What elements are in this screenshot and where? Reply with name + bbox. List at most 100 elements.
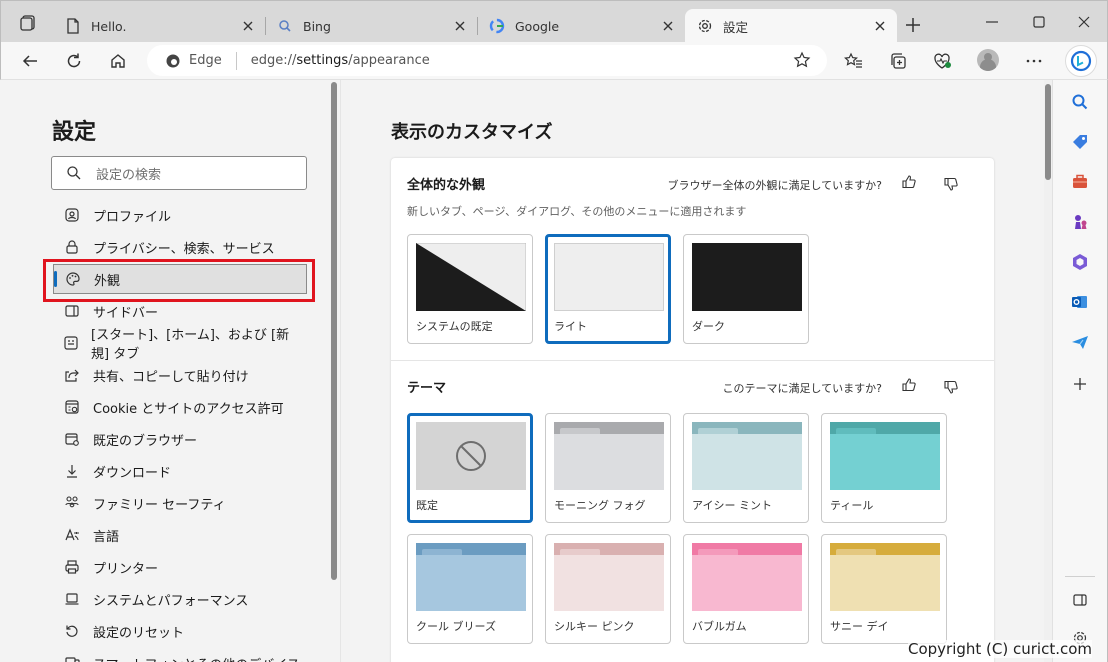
hide-sidebar-icon[interactable]	[1070, 590, 1090, 610]
highlight-annotation	[43, 259, 315, 302]
option-label: サニー デイ	[830, 620, 889, 633]
nav-item-phone-devices[interactable]: スマートフォンとその他のデバイス	[53, 648, 307, 662]
content-scrollbar[interactable]	[1044, 80, 1052, 662]
nav-item-start-home-newtab[interactable]: [スタート]、[ホーム]、および [新規] タブ	[53, 328, 307, 362]
nav-item-reset[interactable]: 設定のリセット	[53, 616, 307, 646]
bing-chat-button[interactable]	[1065, 45, 1097, 77]
nav-item-downloads[interactable]: ダウンロード	[53, 456, 307, 486]
nav-item-profile[interactable]: プロファイル	[53, 200, 307, 230]
shopping-tag-icon[interactable]	[1070, 132, 1090, 152]
theme-option-teal[interactable]: ティール	[821, 413, 947, 523]
home-tab-icon	[63, 334, 79, 352]
appearance-option-system[interactable]: システムの既定	[407, 234, 533, 344]
favorites-icon	[844, 52, 862, 68]
nav-item-label: 共有、コピーして貼り付け	[93, 369, 249, 385]
theme-option-bubblegum[interactable]: バブルガム	[683, 534, 809, 644]
home-button[interactable]	[108, 51, 128, 71]
new-tab-icon[interactable]	[903, 15, 923, 35]
nav-item-label: システムとパフォーマンス	[93, 593, 249, 609]
thumbs-down-icon[interactable]	[943, 379, 959, 395]
favorite-star-icon[interactable]	[793, 51, 811, 69]
address-divider	[235, 51, 237, 70]
thumbs-up-icon[interactable]	[901, 377, 917, 393]
browser-essentials-button[interactable]	[932, 51, 952, 71]
tab-bing[interactable]: Bing	[265, 9, 478, 43]
option-label: システムの既定	[416, 320, 493, 333]
collections-button[interactable]	[888, 51, 908, 71]
nav-item-printers[interactable]: プリンター	[53, 552, 307, 582]
nav-item-system[interactable]: システムとパフォーマンス	[53, 584, 307, 614]
appearance-option-light[interactable]: ライト	[545, 234, 671, 344]
theme-option-default[interactable]: 既定	[407, 413, 533, 523]
theme-option-icy-mint[interactable]: アイシー ミント	[683, 413, 809, 523]
overall-feedback-question: ブラウザー全体の外観に満足していますか?	[667, 179, 882, 192]
address-bar[interactable]: Edge edge://settings/appearance	[147, 45, 827, 76]
thumbs-down-icon[interactable]	[943, 176, 959, 192]
section-divider	[391, 360, 994, 361]
ellipsis-icon	[1026, 59, 1042, 63]
tab-google[interactable]: Google	[477, 9, 685, 43]
favorites-button[interactable]	[844, 51, 864, 71]
settings-nav-scrollbar[interactable]	[331, 82, 337, 580]
microsoft365-icon[interactable]	[1070, 252, 1090, 272]
theme-feedback-question: このテーマに満足していますか?	[722, 382, 882, 395]
add-icon[interactable]	[1070, 374, 1090, 394]
outlook-icon[interactable]	[1070, 292, 1090, 312]
window-close-icon[interactable]	[1075, 13, 1093, 31]
option-label: 既定	[416, 499, 438, 512]
nav-item-label: 既定のブラウザー	[93, 433, 198, 449]
theme-option-morning-fog[interactable]: モーニング フォグ	[545, 413, 671, 523]
nav-item-default-browser[interactable]: 既定のブラウザー	[53, 424, 307, 454]
theme-option-silky-pink[interactable]: シルキー ピンク	[545, 534, 671, 644]
arrow-left-icon	[22, 55, 37, 67]
browser-icon	[63, 430, 81, 448]
search-placeholder: 設定の検索	[96, 167, 162, 183]
tab-settings[interactable]: 設定	[685, 9, 897, 43]
copyright-watermark: Copyright (C) curict.com	[908, 640, 1093, 658]
dark-preview	[692, 243, 802, 311]
send-plane-icon[interactable]	[1070, 332, 1090, 352]
gear-icon	[697, 18, 713, 34]
more-button[interactable]	[1024, 51, 1044, 71]
folder-preview-icon	[692, 543, 802, 611]
option-label: ティール	[830, 499, 874, 512]
nav-item-cookies[interactable]: Cookie とサイトのアクセス許可	[53, 392, 307, 422]
nav-item-privacy[interactable]: プライバシー、検索、サービス	[53, 232, 307, 262]
nav-item-share-copy[interactable]: 共有、コピーして貼り付け	[53, 360, 307, 390]
minimize-icon[interactable]	[983, 13, 1001, 31]
tab-hello[interactable]: Hello.	[53, 9, 266, 43]
settings-sidebar: 設定 設定の検索 プロファイル プライバシー、検索、サービス 外観 サイドバー …	[1, 80, 341, 662]
tab-bar: Hello. Bing Google 設定	[0, 0, 1108, 43]
profile-avatar[interactable]	[977, 49, 999, 71]
close-icon[interactable]	[241, 19, 255, 33]
nav-item-languages[interactable]: 言語	[53, 520, 307, 550]
scrollbar-thumb[interactable]	[1045, 84, 1051, 180]
close-icon[interactable]	[453, 19, 467, 33]
bing-logo-icon	[1070, 50, 1092, 72]
maximize-icon[interactable]	[1030, 13, 1048, 31]
search-icon[interactable]	[1070, 92, 1090, 112]
collections-icon	[891, 53, 906, 69]
page-title: 表示のカスタマイズ	[391, 122, 553, 143]
nav-item-label: [スタート]、[ホーム]、および [新規] タブ	[91, 328, 290, 362]
close-icon[interactable]	[873, 19, 887, 33]
rail-divider	[1065, 576, 1095, 577]
tab-title: Google	[515, 18, 560, 34]
tab-title: 設定	[723, 19, 749, 35]
tools-briefcase-icon[interactable]	[1070, 172, 1090, 192]
close-icon[interactable]	[661, 19, 675, 33]
theme-option-cool-breeze[interactable]: クール ブリーズ	[407, 534, 533, 644]
nav-item-family-safety[interactable]: ファミリー セーフティ	[53, 488, 307, 518]
theme-option-sunny-day[interactable]: サニー デイ	[821, 534, 947, 644]
option-label: シルキー ピンク	[554, 620, 635, 633]
toolbar: Edge edge://settings/appearance	[0, 42, 1108, 80]
back-button[interactable]	[20, 51, 40, 71]
settings-search-input[interactable]: 設定の検索	[51, 156, 307, 190]
tab-actions-icon[interactable]	[19, 14, 37, 32]
refresh-button[interactable]	[64, 51, 84, 71]
sidebar-icon	[63, 302, 81, 320]
appearance-option-dark[interactable]: ダーク	[683, 234, 809, 344]
games-chess-icon[interactable]	[1070, 212, 1090, 232]
search-icon	[67, 166, 81, 180]
thumbs-up-icon[interactable]	[901, 174, 917, 190]
